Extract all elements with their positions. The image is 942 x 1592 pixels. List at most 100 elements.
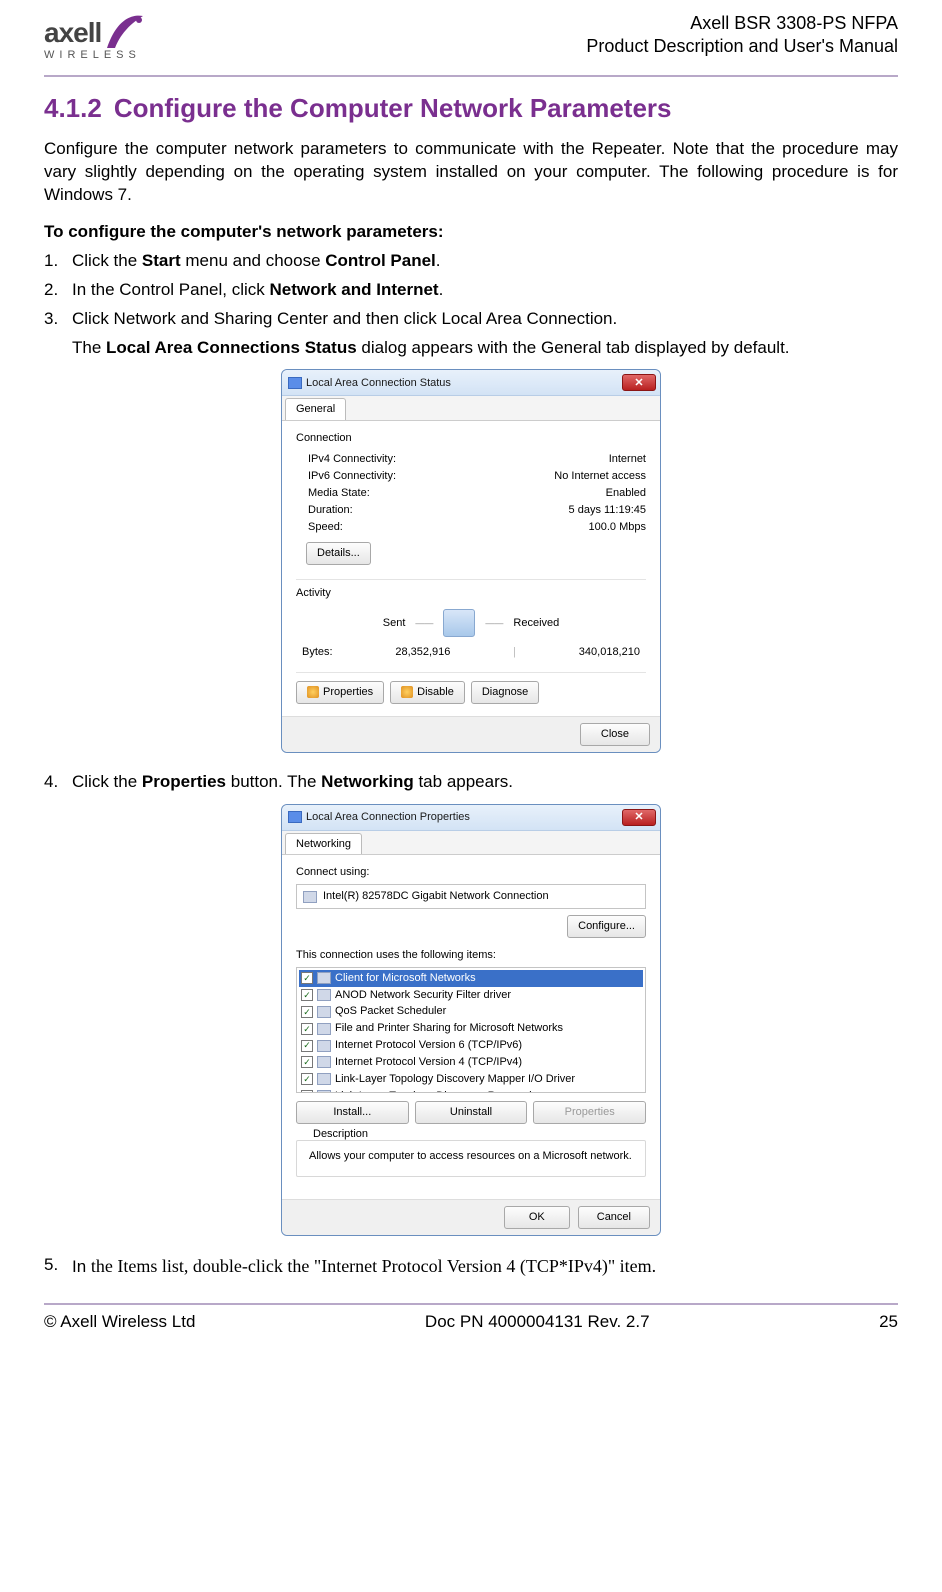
page-footer: © Axell Wireless Ltd Doc PN 4000004131 R… xyxy=(44,1311,898,1334)
status-dialog: Local Area Connection Status ✕ General C… xyxy=(281,369,661,752)
connection-items-list[interactable]: ✓Client for Microsoft Networks ✓ANOD Net… xyxy=(296,967,646,1093)
header-right: Axell BSR 3308-PS NFPA Product Descripti… xyxy=(586,12,898,59)
kv-row: IPv4 Connectivity:Internet xyxy=(296,452,646,467)
procedure-subhead: To configure the computer's network para… xyxy=(44,221,898,244)
adapter-icon xyxy=(303,891,317,903)
section-title-text: Configure the Computer Network Parameter… xyxy=(114,93,672,123)
checkbox-icon[interactable]: ✓ xyxy=(301,1090,313,1093)
component-icon xyxy=(317,1023,331,1035)
list-item[interactable]: ✓Internet Protocol Version 4 (TCP/IPv4) xyxy=(299,1054,643,1071)
tab-networking[interactable]: Networking xyxy=(285,833,362,855)
step-2: 2. In the Control Panel, click Network a… xyxy=(44,279,898,302)
shield-icon xyxy=(401,686,413,698)
properties-button[interactable]: Properties xyxy=(296,681,384,704)
step-3: 3. Click Network and Sharing Center and … xyxy=(44,308,898,331)
status-dialog-tabs: General xyxy=(282,396,660,421)
install-button[interactable]: Install... xyxy=(296,1101,409,1124)
kv-row: Speed:100.0 Mbps xyxy=(296,520,646,535)
component-icon xyxy=(317,1090,331,1093)
properties-dialog: Local Area Connection Properties ✕ Netwo… xyxy=(281,804,661,1237)
list-item[interactable]: ✓File and Printer Sharing for Microsoft … xyxy=(299,1020,643,1037)
adapter-name: Intel(R) 82578DC Gigabit Network Connect… xyxy=(323,889,549,904)
list-item[interactable]: ✓ANOD Network Security Filter driver xyxy=(299,987,643,1004)
footer-right: 25 xyxy=(879,1311,898,1334)
properties-dialog-tabs: Networking xyxy=(282,831,660,856)
checkbox-icon[interactable]: ✓ xyxy=(301,1006,313,1018)
component-icon xyxy=(317,972,331,984)
component-icon xyxy=(317,989,331,1001)
bytes-label: Bytes: xyxy=(302,645,333,660)
list-item[interactable]: ✓Client for Microsoft Networks xyxy=(299,970,643,987)
connection-group: Connection IPv4 Connectivity:Internet IP… xyxy=(296,431,646,565)
network-icon xyxy=(288,811,302,823)
status-dialog-title: Local Area Connection Status xyxy=(306,376,451,391)
list-item[interactable]: ✓Internet Protocol Version 6 (TCP/IPv6) xyxy=(299,1037,643,1054)
status-dialog-titlebar[interactable]: Local Area Connection Status ✕ xyxy=(282,370,660,396)
activity-group: Activity Sent —— —— Received Bytes: 28,3… xyxy=(296,586,646,660)
list-item[interactable]: ✓Link-Layer Topology Discovery Responder xyxy=(299,1088,643,1093)
connection-group-label: Connection xyxy=(296,431,646,446)
brand-logo: axell WIRELESS xyxy=(44,12,147,63)
step-list-1: 1. Click the Start menu and choose Contr… xyxy=(44,250,898,331)
bytes-sent: 28,352,916 xyxy=(395,645,450,660)
description-text: Allows your computer to access resources… xyxy=(309,1149,633,1164)
shield-icon xyxy=(307,686,319,698)
component-icon xyxy=(317,1073,331,1085)
close-icon[interactable]: ✕ xyxy=(622,809,656,826)
ok-button[interactable]: OK xyxy=(504,1206,570,1229)
item-properties-button[interactable]: Properties xyxy=(533,1101,646,1124)
checkbox-icon[interactable]: ✓ xyxy=(301,1023,313,1035)
list-item[interactable]: ✓Link-Layer Topology Discovery Mapper I/… xyxy=(299,1071,643,1088)
section-heading: 4.1.2 Configure the Computer Network Para… xyxy=(44,91,898,126)
connect-using-label: Connect using: xyxy=(296,865,646,880)
tab-general[interactable]: General xyxy=(285,398,346,420)
close-icon[interactable]: ✕ xyxy=(622,374,656,391)
footer-center: Doc PN 4000004131 Rev. 2.7 xyxy=(425,1311,650,1334)
uninstall-button[interactable]: Uninstall xyxy=(415,1101,528,1124)
close-button[interactable]: Close xyxy=(580,723,650,746)
component-icon xyxy=(317,1056,331,1068)
cancel-button[interactable]: Cancel xyxy=(578,1206,650,1229)
logo-swoosh-icon xyxy=(103,12,147,52)
step-list-3: 5. In the Items list, double-click the "… xyxy=(44,1254,898,1279)
logo-text-bottom: WIRELESS xyxy=(44,48,141,63)
doc-title-line1: Axell BSR 3308-PS NFPA xyxy=(586,12,898,35)
checkbox-icon[interactable]: ✓ xyxy=(301,972,313,984)
logo-text-top: axell xyxy=(44,14,101,52)
activity-group-label: Activity xyxy=(296,586,646,601)
properties-dialog-title: Local Area Connection Properties xyxy=(306,810,470,825)
step-5: 5. In the Items list, double-click the "… xyxy=(44,1254,898,1279)
checkbox-icon[interactable]: ✓ xyxy=(301,1073,313,1085)
component-icon xyxy=(317,1006,331,1018)
details-button[interactable]: Details... xyxy=(306,542,371,565)
kv-row: Media State:Enabled xyxy=(296,486,646,501)
diagnose-button[interactable]: Diagnose xyxy=(471,681,539,704)
adapter-box: Intel(R) 82578DC Gigabit Network Connect… xyxy=(296,884,646,909)
items-list-label: This connection uses the following items… xyxy=(296,948,646,963)
section-number: 4.1.2 xyxy=(44,93,102,123)
footer-left: © Axell Wireless Ltd xyxy=(44,1311,195,1334)
list-item[interactable]: ✓QoS Packet Scheduler xyxy=(299,1003,643,1020)
properties-dialog-titlebar[interactable]: Local Area Connection Properties ✕ xyxy=(282,805,660,831)
checkbox-icon[interactable]: ✓ xyxy=(301,1040,313,1052)
component-icon xyxy=(317,1040,331,1052)
checkbox-icon[interactable]: ✓ xyxy=(301,1056,313,1068)
step-3-note: The Local Area Connections Status dialog… xyxy=(72,337,898,360)
received-label: Received xyxy=(513,616,559,631)
disable-button[interactable]: Disable xyxy=(390,681,465,704)
step-4: 4. Click the Properties button. The Netw… xyxy=(44,771,898,794)
doc-title-line2: Product Description and User's Manual xyxy=(586,35,898,58)
bytes-recv: 340,018,210 xyxy=(579,645,640,660)
checkbox-icon[interactable]: ✓ xyxy=(301,989,313,1001)
kv-row: IPv6 Connectivity:No Internet access xyxy=(296,469,646,484)
step-list-2: 4. Click the Properties button. The Netw… xyxy=(44,771,898,794)
page-header: axell WIRELESS Axell BSR 3308-PS NFPA Pr… xyxy=(44,12,898,71)
configure-button[interactable]: Configure... xyxy=(567,915,646,938)
intro-paragraph: Configure the computer network parameter… xyxy=(44,138,898,207)
header-divider xyxy=(44,75,898,77)
sent-label: Sent xyxy=(383,616,406,631)
footer-divider xyxy=(44,1303,898,1305)
kv-row: Duration:5 days 11:19:45 xyxy=(296,503,646,518)
computers-icon xyxy=(443,609,475,637)
description-label: Description xyxy=(309,1128,372,1140)
